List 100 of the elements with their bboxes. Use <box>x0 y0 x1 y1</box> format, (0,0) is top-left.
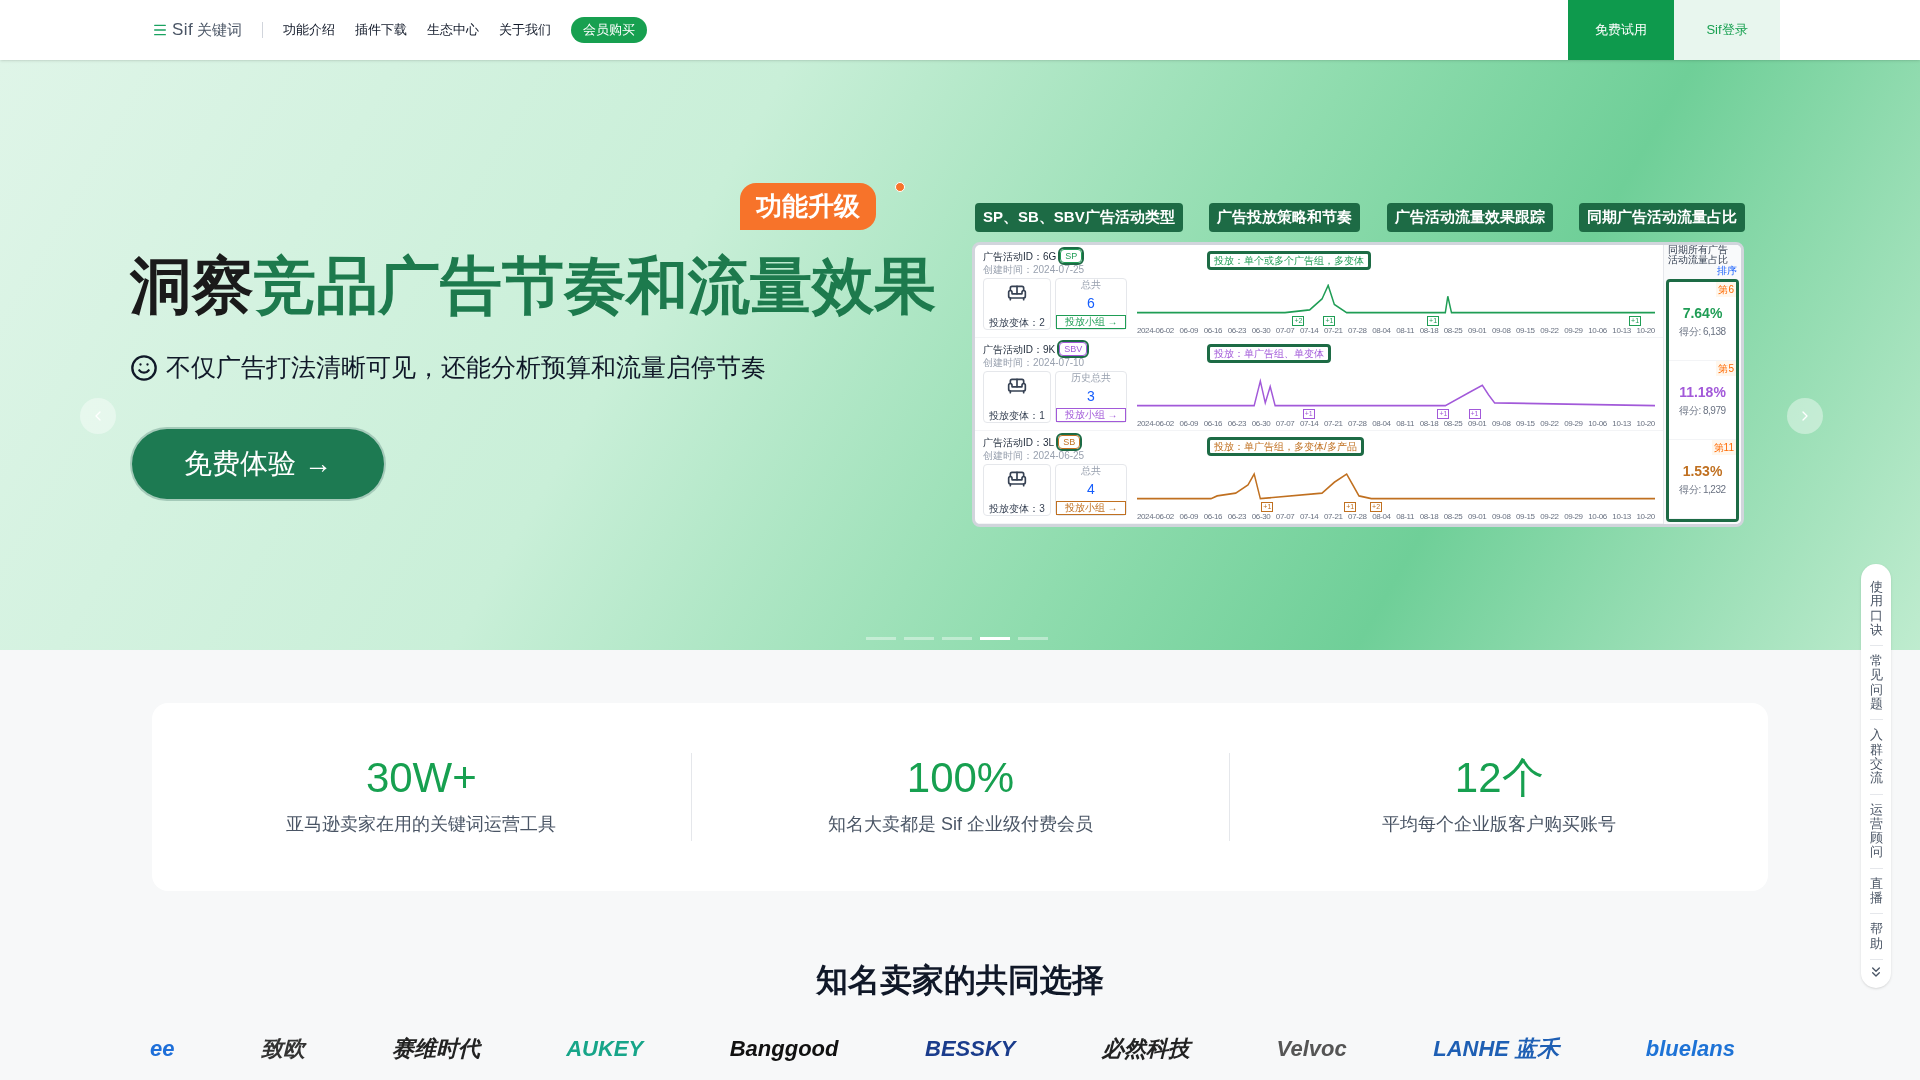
stat-caption: 平均每个企业版客户购买账号 <box>1382 812 1617 836</box>
axis-date: 06-30 <box>1251 325 1271 335</box>
strategy-tooltip: 投放：单个或多个广告组，多变体 <box>1207 250 1371 270</box>
campaign-type-tag: SBV <box>1059 342 1088 356</box>
group-link[interactable]: 投放小组 → <box>1056 314 1126 329</box>
next-slide-button[interactable] <box>1787 398 1823 434</box>
axis-date: 09-08 <box>1491 511 1511 521</box>
sort-link[interactable]: 排序 <box>1713 264 1741 277</box>
traffic-share: 1.53% <box>1682 461 1723 481</box>
slide-indicator[interactable] <box>980 637 1010 640</box>
feature-label: 广告活动流量效果跟踪 <box>1386 203 1553 232</box>
hero-subtitle: 不仅广告打法清晰可见，还能分析预算和流量启停节奏 <box>166 352 766 384</box>
axis-date: 08-18 <box>1419 418 1439 428</box>
axis-date: 09-22 <box>1540 418 1559 428</box>
axis-date: 09-01 <box>1467 511 1487 521</box>
axis-date: 10-20 <box>1636 418 1655 428</box>
campaign-type-tag: SP <box>1060 249 1083 263</box>
logo-subtitle: 关键词 <box>197 19 243 40</box>
brand-logo: Velvoc <box>1276 1035 1347 1063</box>
axis-date: 08-25 <box>1443 418 1463 428</box>
side-panel-link[interactable]: 入群交流 <box>1869 720 1883 795</box>
nav-link[interactable]: 关于我们 <box>499 20 552 40</box>
free-experience-button[interactable]: 免费体验 → <box>130 426 386 501</box>
free-trial-button[interactable]: 免费试用 <box>1568 0 1674 60</box>
side-panel-link[interactable]: 运营顾问 <box>1869 794 1883 869</box>
axis-date: 08-18 <box>1419 325 1439 335</box>
menu-icon[interactable] <box>152 22 168 38</box>
campaign-id: 广告活动ID：3L <box>983 435 1055 450</box>
axis-date: 07-14 <box>1299 511 1319 521</box>
axis-date: 06-16 <box>1203 418 1223 428</box>
axis-date: 09-08 <box>1491 325 1511 335</box>
count-value: 6 <box>1087 295 1095 310</box>
traffic-share: 11.18% <box>1679 382 1726 402</box>
axis-date: 09-01 <box>1467 325 1487 335</box>
side-panel-link[interactable]: 直播 <box>1869 868 1883 915</box>
axis-date: 06-09 <box>1179 418 1198 428</box>
axis-date: 09-22 <box>1540 325 1559 335</box>
campaign-id: 广告活动ID：9K <box>983 342 1056 357</box>
brand-logo: LANHE 蓝禾 <box>1433 1035 1560 1063</box>
feature-label: SP、SB、SBV广告活动类型 <box>975 203 1183 232</box>
axis-date: 09-08 <box>1491 418 1511 428</box>
brand-logo: ee <box>150 1035 175 1063</box>
axis-date: 07-14 <box>1299 418 1319 428</box>
axis-date: 09-22 <box>1540 511 1559 521</box>
stat-caption: 知名大卖都是 Sif 企业级付费会员 <box>828 812 1093 836</box>
axis-date: 08-04 <box>1372 325 1391 335</box>
brand-logo: 必然科技 <box>1102 1035 1191 1063</box>
side-panel-link[interactable]: 使用口诀 <box>1869 572 1883 647</box>
axis-date: 06-23 <box>1227 511 1247 521</box>
traffic-share: 7.64% <box>1682 303 1723 323</box>
axis-date: 07-21 <box>1324 325 1343 335</box>
nav-link[interactable]: 生态中心 <box>427 20 480 40</box>
side-panel-link[interactable]: 常见问题 <box>1869 646 1883 721</box>
axis-date: 07-28 <box>1348 418 1367 428</box>
slide-indicator[interactable] <box>904 637 934 640</box>
axis-date: 06-16 <box>1203 325 1223 335</box>
axis-date: 07-07 <box>1275 325 1295 335</box>
count-value: 3 <box>1087 388 1095 403</box>
slide-indicator[interactable] <box>866 637 896 640</box>
axis-date: 07-28 <box>1348 325 1367 335</box>
axis-date: 10-13 <box>1612 418 1631 428</box>
strategy-tooltip: 投放：单广告组，多变体/多产品 <box>1207 436 1364 456</box>
slide-indicator[interactable] <box>1018 637 1048 640</box>
side-panel-link[interactable]: 帮助 <box>1869 914 1883 960</box>
stat-caption: 亚马逊卖家在用的关键词运营工具 <box>286 812 557 836</box>
group-link[interactable]: 投放小组 → <box>1056 407 1126 422</box>
axis-date: 08-18 <box>1419 511 1439 521</box>
axis-date: 09-15 <box>1516 511 1535 521</box>
score-text: 得分: 8,979 <box>1679 403 1726 418</box>
nav-link[interactable]: 插件下载 <box>355 20 408 40</box>
count-label: 历史总共 <box>1071 371 1111 384</box>
axis-date: 06-30 <box>1251 418 1271 428</box>
slide-indicator[interactable] <box>942 637 972 640</box>
upgrade-badge: 功能升级 <box>740 183 876 230</box>
axis-date: 06-09 <box>1179 325 1198 335</box>
group-link[interactable]: 投放小组 → <box>1056 500 1126 515</box>
axis-date: 09-29 <box>1564 418 1583 428</box>
stat-value: 12个 <box>1454 756 1544 799</box>
nav-link[interactable]: 功能介绍 <box>283 20 336 40</box>
brand-logo: 致欧 <box>261 1035 306 1063</box>
section-title: 知名卖家的共同选择 <box>816 961 1104 1000</box>
variant-count: 投放变体：3 <box>989 502 1045 515</box>
created-date: 创建时间：2024-07-10 <box>983 356 1086 369</box>
axis-date: 06-16 <box>1203 511 1223 521</box>
created-date: 创建时间：2024-06-25 <box>983 449 1086 462</box>
brand-logo: BESSKY <box>925 1035 1016 1063</box>
strategy-tooltip: 投放：单广告组、单变体 <box>1207 343 1331 363</box>
previous-slide-button[interactable] <box>80 398 116 434</box>
score-text: 得分: 1,232 <box>1679 482 1726 497</box>
campaign-type-tag: SB <box>1058 435 1081 449</box>
brand-logo: bluelans <box>1645 1035 1735 1063</box>
count-value: 4 <box>1087 481 1095 496</box>
axis-date: 10-06 <box>1588 418 1607 428</box>
axis-date: 08-11 <box>1396 511 1415 521</box>
axis-date: 07-07 <box>1275 511 1295 521</box>
axis-date: 2024-06-02 <box>1137 511 1174 521</box>
axis-date: 08-11 <box>1396 418 1415 428</box>
rank-tag: 第6 <box>1716 281 1736 297</box>
axis-date: 06-23 <box>1227 418 1247 428</box>
hero-title: 洞察竞品广告节奏和流量效果 <box>130 250 936 322</box>
